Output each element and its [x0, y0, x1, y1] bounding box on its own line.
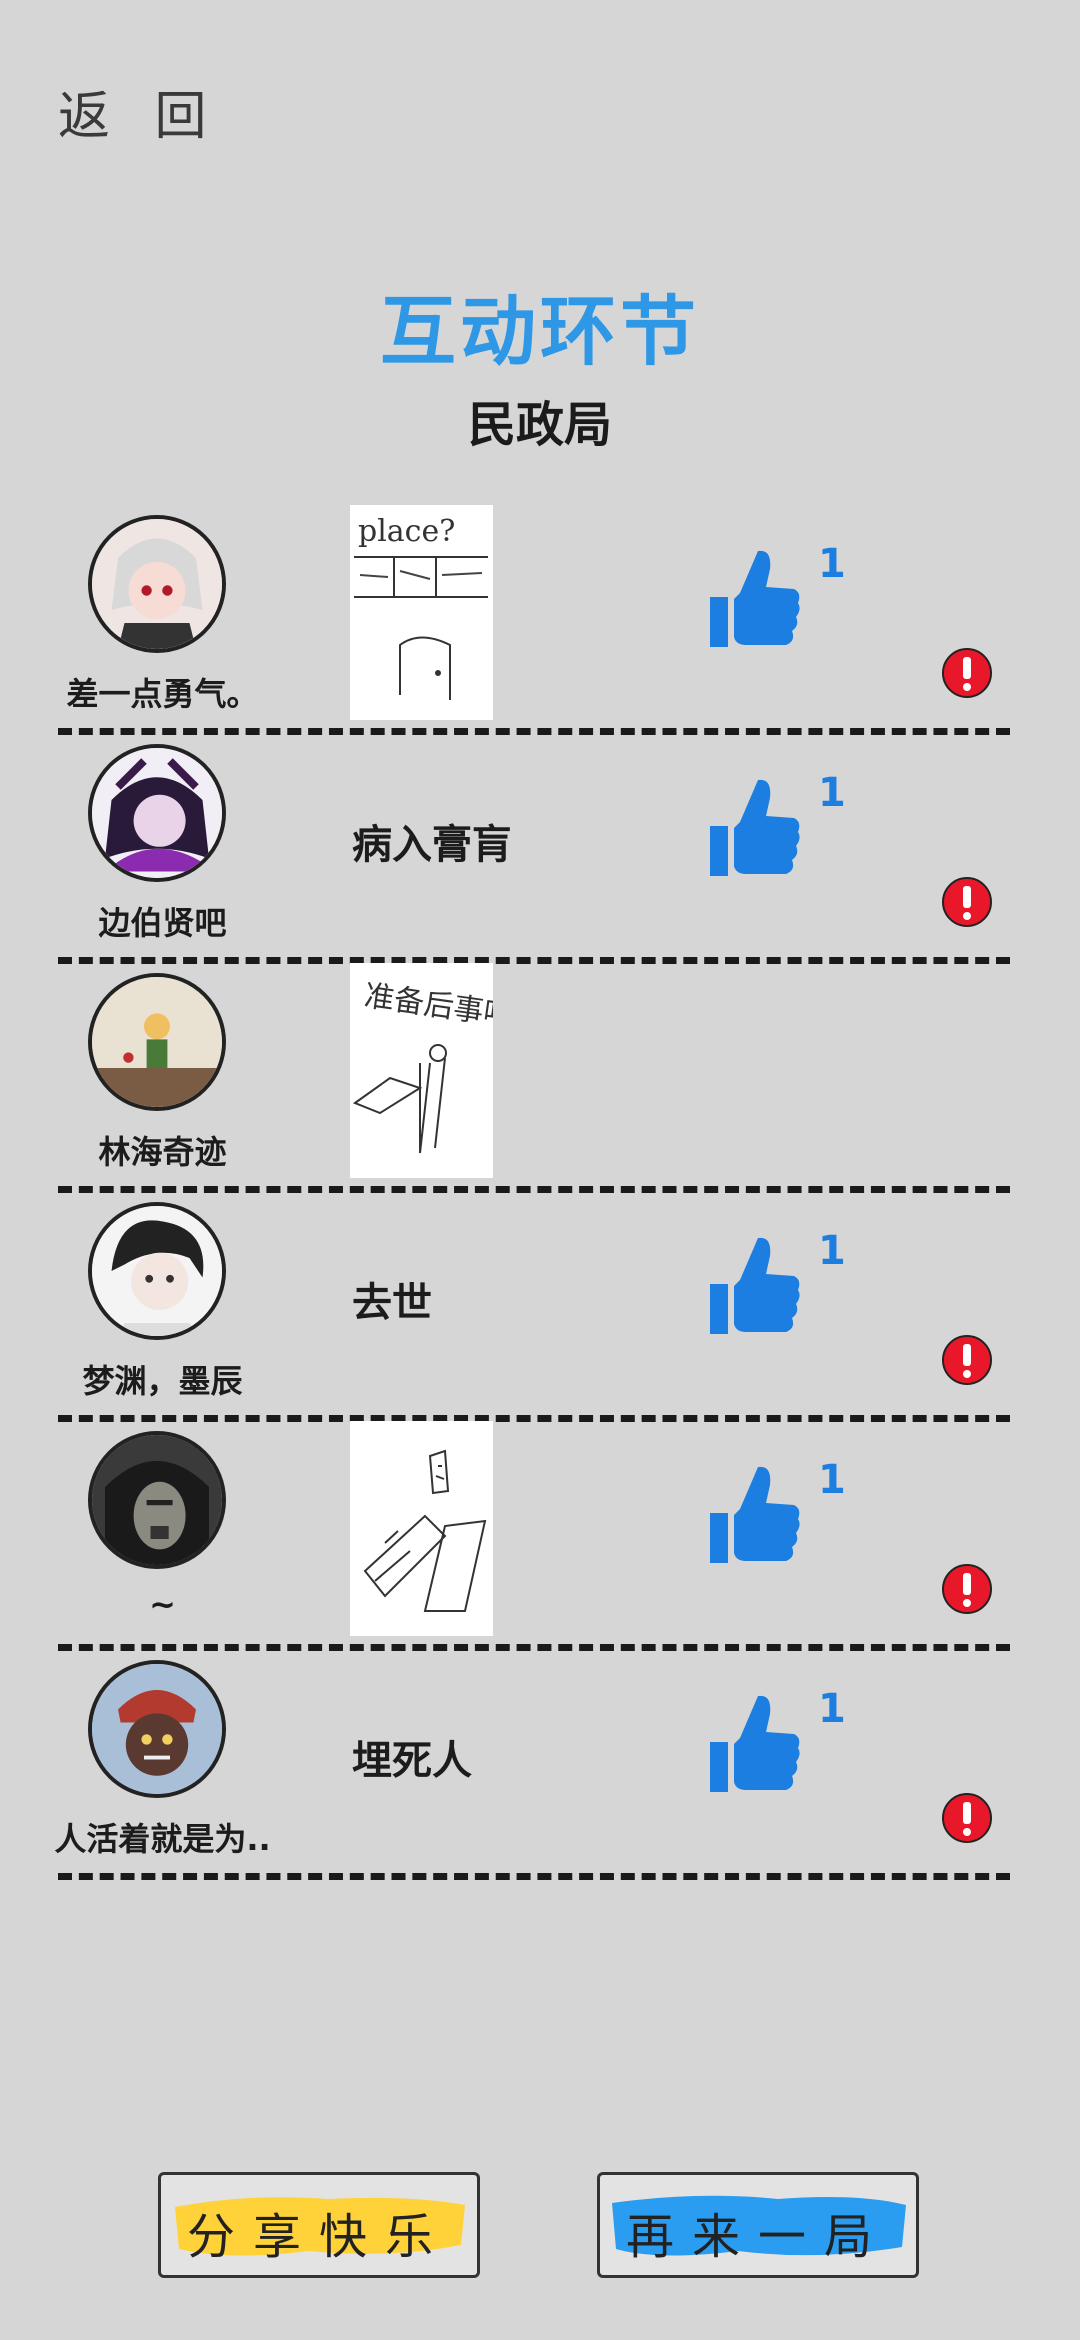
like-icon[interactable]	[706, 1461, 802, 1571]
answer-row: 人活着就是为.. 埋死人 1	[0, 1650, 1080, 1880]
like-icon[interactable]	[706, 1232, 802, 1342]
row-divider	[58, 1873, 1010, 1880]
answer-drawing: 准备后事吧	[350, 963, 493, 1178]
avatar[interactable]	[88, 973, 226, 1111]
like-count: 1	[818, 1228, 846, 1274]
username: 边伯贤吧	[98, 904, 227, 942]
answer-row: ~ 1	[0, 1421, 1080, 1651]
answer-text: 埋死人	[352, 1738, 472, 1784]
back-button[interactable]: 返 回	[58, 74, 221, 149]
answer-drawing: place?	[350, 505, 493, 720]
answer-list: 差一点勇气。 place? 1 边伯贤吧 病入膏肓 1 林海奇迹 准备后事吧 梦…	[0, 505, 1080, 1880]
like-icon[interactable]	[706, 774, 802, 884]
avatar[interactable]	[88, 1660, 226, 1798]
like-icon[interactable]	[706, 1690, 802, 1800]
avatar[interactable]	[88, 744, 226, 882]
like-count: 1	[818, 541, 846, 587]
username: 林海奇迹	[98, 1133, 227, 1171]
answer-row: 梦渊，墨辰 去世 1	[0, 1192, 1080, 1422]
topic-word: 民政局	[467, 397, 612, 453]
avatar[interactable]	[88, 515, 226, 653]
answer-text: 去世	[352, 1280, 432, 1326]
like-icon[interactable]	[706, 545, 802, 655]
play-again-button[interactable]: 再来一局	[597, 2172, 919, 2278]
answer-text: 病入膏肓	[352, 822, 512, 868]
username: 差一点勇气。	[66, 675, 259, 713]
report-icon[interactable]	[941, 1792, 993, 1844]
avatar[interactable]	[88, 1202, 226, 1340]
drawing-text: 准备后事吧	[362, 978, 493, 1034]
share-button[interactable]: 分享快乐	[158, 2172, 480, 2278]
answer-row: 差一点勇气。 place? 1	[0, 505, 1080, 735]
like-count: 1	[818, 1686, 846, 1732]
username: 人活着就是为..	[54, 1820, 271, 1858]
report-icon[interactable]	[941, 876, 993, 928]
avatar[interactable]	[88, 1431, 226, 1569]
answer-row: 边伯贤吧 病入膏肓 1	[0, 734, 1080, 964]
report-icon[interactable]	[941, 1563, 993, 1615]
drawing-text: place?	[358, 514, 455, 549]
like-count: 1	[818, 1457, 846, 1503]
like-count: 1	[818, 770, 846, 816]
answer-drawing	[350, 1421, 493, 1636]
answer-row: 林海奇迹 准备后事吧	[0, 963, 1080, 1193]
username: ~	[149, 1585, 176, 1623]
report-icon[interactable]	[941, 647, 993, 699]
page-title: 互动环节	[380, 287, 700, 376]
play-again-label: 再来一局	[625, 2209, 890, 2265]
share-label: 分享快乐	[186, 2209, 451, 2265]
username: 梦渊，墨辰	[82, 1362, 243, 1400]
report-icon[interactable]	[941, 1334, 993, 1386]
